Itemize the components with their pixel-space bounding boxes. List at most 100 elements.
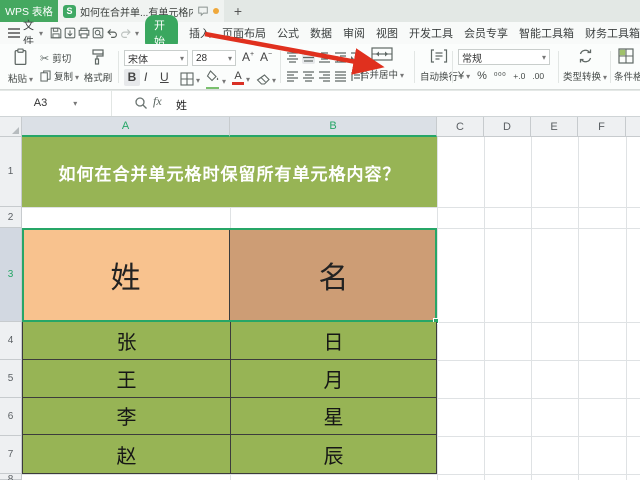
conditional-format-icon [618,48,634,64]
cell-b5[interactable]: 月 [231,360,436,398]
thousands-separator-button[interactable]: ⁰⁰⁰ [494,71,506,82]
percent-format-button[interactable]: % [477,70,487,82]
tab-insert[interactable]: 插入 [189,25,211,41]
font-name-value: 宋体 [128,51,148,66]
new-tab-button[interactable]: + [228,0,248,22]
copy-label: 复制 [54,69,79,83]
borders-button[interactable] [180,70,200,88]
conditional-format-button[interactable]: 条件格.. [614,48,640,83]
tab-formulas[interactable]: 公式 [277,25,299,41]
column-header-f[interactable]: F [578,117,626,137]
decrease-decimal-button[interactable]: .00 [532,71,544,81]
column-header-partial [626,117,640,137]
tab-view[interactable]: 视图 [376,25,398,41]
align-bottom-icon[interactable] [318,51,331,64]
search-icon[interactable] [134,96,148,110]
cut-button[interactable]: ✂ 剪切 [40,51,71,65]
name-box[interactable]: A3 [0,90,112,116]
chevron-down-icon [226,53,232,64]
cell-b4[interactable]: 日 [231,322,436,360]
cell-a1-title[interactable]: 如何在合并单元格时保留所有单元格内容？ [22,137,437,207]
copy-button[interactable]: 复制 [40,69,79,83]
increase-font-button[interactable]: A+ [242,50,254,64]
italic-button[interactable]: I [144,69,147,86]
cell-b3[interactable]: 名 [230,228,437,322]
align-left-icon[interactable] [286,70,299,83]
column-header-e[interactable]: E [531,117,578,137]
row-header-7[interactable]: 7 [0,436,22,474]
row-header-2[interactable]: 2 [0,207,22,228]
column-header-b[interactable]: B [230,117,437,137]
decrease-font-button[interactable]: A− [260,50,272,64]
wps-spreadsheet-window: WPS 表格 S 如何在合并单...有单元格内容 + 文件 开始 插入 页面布局… [0,0,640,480]
chevron-down-icon [71,97,77,109]
cell-a4[interactable]: 张 [23,322,231,360]
underline-button[interactable]: U [160,69,169,86]
row-header-5[interactable]: 5 [0,360,22,398]
save-button[interactable] [49,25,63,42]
decrease-indent-icon[interactable] [334,51,347,64]
undo-button[interactable] [105,25,119,42]
cell-a5[interactable]: 王 [23,360,231,398]
print-button[interactable] [77,25,91,42]
number-format-select[interactable]: 常规 [458,49,550,65]
cell-b7[interactable]: 辰 [231,435,436,473]
chevron-down-icon [540,52,546,63]
tab-developer[interactable]: 开发工具 [409,25,453,41]
redo-button[interactable] [119,25,133,42]
type-convert-button[interactable]: 类型转换 [562,48,608,83]
header-cells-row: 姓 名 [22,228,437,322]
align-justify-icon[interactable] [334,70,347,83]
tab-review[interactable]: 审阅 [343,25,365,41]
column-header-d[interactable]: D [484,117,531,137]
increase-decimal-button[interactable]: +.0 [513,71,525,81]
align-middle-icon[interactable] [302,51,315,64]
cell-a6[interactable]: 李 [23,398,231,436]
fx-button[interactable]: fx [153,94,162,109]
ribbon-toolbar: 粘贴 ✂ 剪切 复制 格式刷 宋体 28 A+ A− B I U [0,44,640,90]
align-right-icon[interactable] [318,70,331,83]
font-name-select[interactable]: 宋体 [124,50,188,66]
paste-button[interactable]: 粘贴 [8,48,32,85]
row-header-6[interactable]: 6 [0,398,22,436]
align-top-icon[interactable] [286,51,299,64]
menu-bar: 文件 开始 插入 页面布局 公式 数据 审阅 视图 开发工具 会员专享 智能工具… [0,22,640,44]
merge-cells-icon [371,46,393,62]
row-header-8[interactable]: 8 [0,474,22,480]
wrap-text-button[interactable]: 自动换行 [418,48,460,83]
cell-a3-active[interactable]: 姓 [22,228,230,322]
font-size-select[interactable]: 28 [192,50,236,66]
scissors-icon: ✂ [40,52,49,65]
data-table: 张 日 王 月 李 星 赵 辰 [22,322,437,474]
cell-b6[interactable]: 星 [231,398,436,436]
tab-smart-toolbox[interactable]: 智能工具箱 [519,25,574,41]
currency-format-button[interactable]: ¥ [458,70,470,82]
tab-data[interactable]: 数据 [310,25,332,41]
merge-center-button[interactable]: 合并居中 [352,46,412,81]
select-all-corner[interactable] [0,117,22,137]
convert-loop-icon [577,48,594,64]
align-center-icon[interactable] [302,70,315,83]
export-button[interactable] [63,25,77,42]
font-color-button[interactable]: A [232,69,250,87]
tab-finance-toolbox[interactable]: 财务工具箱 [585,25,640,41]
column-header-c[interactable]: C [437,117,484,137]
hamburger-icon [8,28,20,38]
tab-member[interactable]: 会员专享 [464,25,508,41]
fill-color-button[interactable] [206,69,226,90]
print-preview-button[interactable] [91,25,105,42]
row-header-1[interactable]: 1 [0,137,22,207]
bold-button[interactable]: B [124,69,140,86]
column-header-a[interactable]: A [22,117,230,137]
format-painter-button[interactable]: 格式刷 [82,48,114,84]
quick-access-more-icon[interactable] [133,27,139,39]
formula-input[interactable]: 姓 [176,97,187,113]
tab-page-layout[interactable]: 页面布局 [222,25,266,41]
clear-format-button[interactable] [256,70,276,88]
row-header-3[interactable]: 3 [0,228,22,322]
document-tab[interactable]: S 如何在合并单...有单元格内容 [58,0,224,22]
chevron-down-icon [178,53,184,64]
format-painter-label: 格式刷 [82,70,114,84]
row-header-4[interactable]: 4 [0,322,22,360]
cell-a7[interactable]: 赵 [23,435,231,473]
